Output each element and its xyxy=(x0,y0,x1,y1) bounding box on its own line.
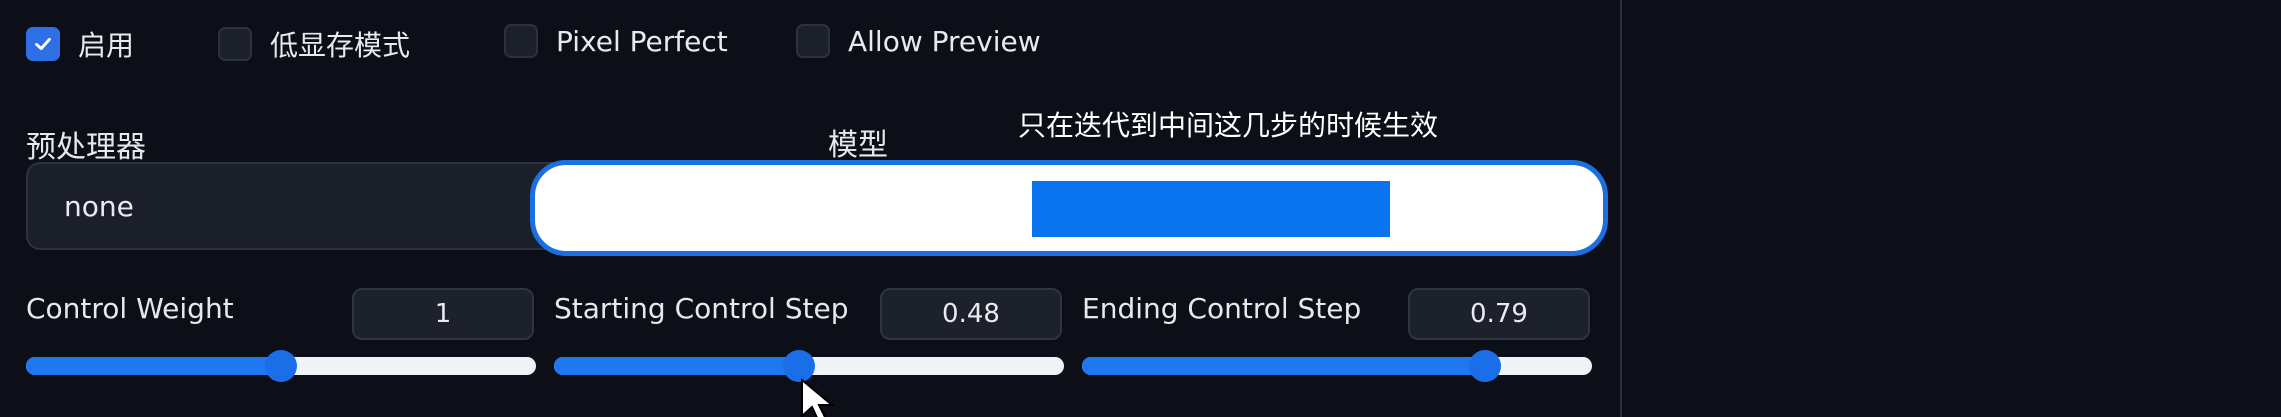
pixel-perfect-label: Pixel Perfect xyxy=(556,24,728,58)
ending-step-slider[interactable] xyxy=(1082,350,1592,382)
checkbox-icon[interactable] xyxy=(218,27,252,61)
ending-step-thumb[interactable] xyxy=(1468,350,1501,382)
checkbox-icon[interactable] xyxy=(504,24,538,58)
control-weight-label: Control Weight xyxy=(26,292,234,325)
control-weight-input[interactable]: 1 xyxy=(352,288,534,340)
starting-step-fill xyxy=(554,357,799,375)
starting-step-slider[interactable] xyxy=(554,350,1064,382)
checkbox-icon[interactable] xyxy=(796,24,830,58)
allow-preview-label: Allow Preview xyxy=(848,24,1041,58)
starting-step-input[interactable]: 0.48 xyxy=(880,288,1062,340)
control-weight-thumb[interactable] xyxy=(265,350,297,382)
ending-step-input[interactable]: 0.79 xyxy=(1408,288,1590,340)
enable-label: 启用 xyxy=(78,29,135,62)
mouse-cursor-icon xyxy=(801,378,835,417)
control-weight-slider[interactable] xyxy=(26,350,536,382)
controlnet-panel: 启用 低显存模式 Pixel Perfect Allow Preview 预处理… xyxy=(0,0,1622,417)
ending-step-fill xyxy=(1082,357,1485,375)
highlight-bar xyxy=(1032,181,1390,237)
low-vram-label: 低显存模式 xyxy=(270,29,411,62)
app-root: 启用 低显存模式 Pixel Perfect Allow Preview 预处理… xyxy=(0,0,2281,417)
allow-preview-checkbox[interactable]: Allow Preview xyxy=(796,24,1041,58)
model-label: 模型 xyxy=(828,128,888,163)
checkbox-checked-icon[interactable] xyxy=(26,27,60,61)
preprocessor-value: none xyxy=(64,190,134,223)
starting-step-label: Starting Control Step xyxy=(554,292,849,325)
pixel-perfect-checkbox[interactable]: Pixel Perfect xyxy=(504,24,728,58)
enable-checkbox[interactable]: 启用 xyxy=(26,24,134,64)
ending-step-label: Ending Control Step xyxy=(1082,292,1362,325)
control-weight-fill xyxy=(26,357,281,375)
caption-text: 只在迭代到中间这几步的时候生效 xyxy=(1018,109,1439,142)
preprocessor-label: 预处理器 xyxy=(26,130,146,165)
low-vram-checkbox[interactable]: 低显存模式 xyxy=(218,24,410,64)
highlight-overlay xyxy=(530,160,1608,256)
right-empty-area xyxy=(1622,0,2281,417)
